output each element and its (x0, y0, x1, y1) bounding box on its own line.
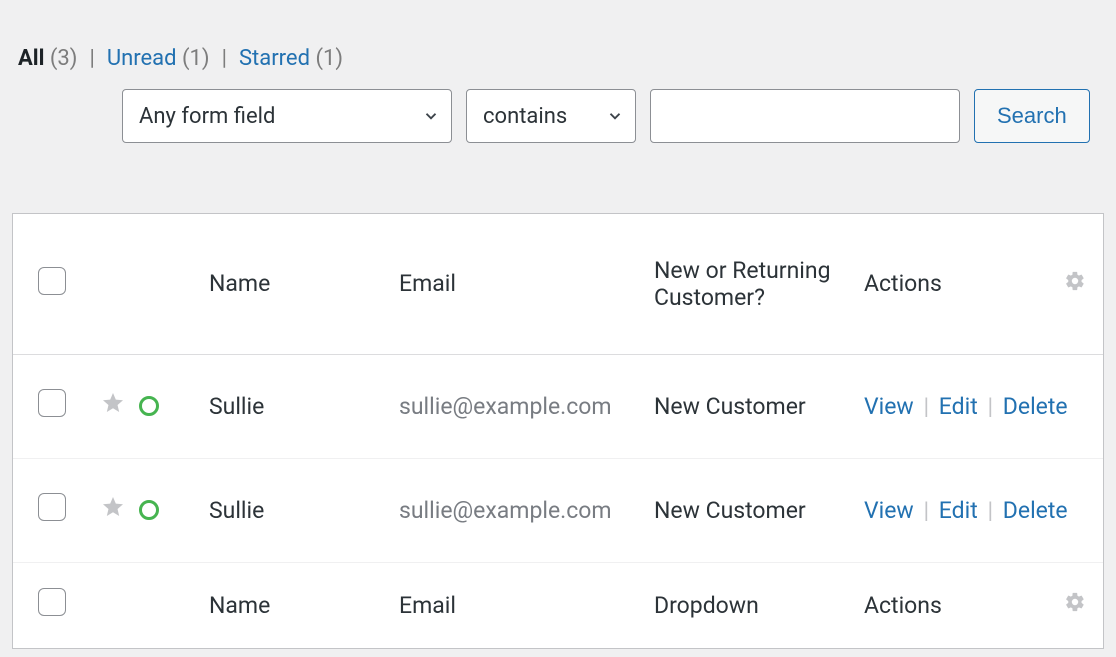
header-email[interactable]: Email (389, 214, 644, 354)
row-checkbox[interactable] (38, 389, 66, 417)
select-all-checkbox-footer[interactable] (38, 588, 66, 616)
cell-email: sullie@example.com (389, 458, 644, 562)
search-button[interactable]: Search (974, 89, 1090, 143)
gear-icon[interactable] (1064, 271, 1086, 298)
filter-all-count: (3) (50, 46, 78, 71)
chevron-down-icon (421, 106, 441, 126)
search-operator-select[interactable]: contains (466, 89, 636, 143)
view-link[interactable]: View (864, 497, 914, 524)
filter-unread[interactable]: Unread (1) (107, 46, 210, 71)
header-customer[interactable]: New or Returning Customer? (644, 214, 854, 354)
action-separator: | (919, 393, 933, 420)
footer-actions: Actions (854, 562, 1047, 648)
select-all-checkbox[interactable] (38, 267, 66, 295)
filter-all-label: All (18, 46, 44, 71)
cell-customer: New Customer (644, 458, 854, 562)
edit-link[interactable]: Edit (939, 393, 978, 420)
star-icon[interactable] (101, 495, 125, 525)
star-icon[interactable] (101, 391, 125, 421)
footer-name: Name (199, 562, 389, 648)
filter-tabs: All (3) | Unread (1) | Starred (1) (18, 46, 1104, 71)
delete-link[interactable]: Delete (1003, 393, 1068, 420)
header-name[interactable]: Name (199, 214, 389, 354)
cell-email: sullie@example.com (389, 354, 644, 458)
cell-name: Sullie (199, 354, 389, 458)
header-actions: Actions (854, 214, 1047, 354)
footer-email: Email (389, 562, 644, 648)
row-checkbox[interactable] (38, 493, 66, 521)
search-input[interactable] (650, 89, 960, 143)
footer-customer: Dropdown (644, 562, 854, 648)
table-row: Sullie sullie@example.com New Customer V… (13, 354, 1103, 458)
action-separator: | (919, 497, 933, 524)
read-status-icon[interactable] (139, 396, 159, 416)
table-header-row: Name Email New or Returning Customer? Ac… (13, 214, 1103, 354)
cell-customer: New Customer (644, 354, 854, 458)
table-row: Sullie sullie@example.com New Customer V… (13, 458, 1103, 562)
filter-starred-label: Starred (239, 46, 310, 71)
filter-unread-count: (1) (182, 46, 210, 71)
delete-link[interactable]: Delete (1003, 497, 1068, 524)
search-field-select[interactable]: Any form field (122, 89, 452, 143)
filter-all[interactable]: All (3) (18, 46, 77, 71)
cell-name: Sullie (199, 458, 389, 562)
view-link[interactable]: View (864, 393, 914, 420)
search-operator-value: contains (483, 104, 567, 129)
table-footer-row: Name Email Dropdown Actions (13, 562, 1103, 648)
search-bar: Any form field contains Search (122, 89, 1104, 143)
read-status-icon[interactable] (139, 500, 159, 520)
filter-starred[interactable]: Starred (1) (239, 46, 343, 71)
pipe-separator: | (218, 46, 231, 71)
filter-unread-label: Unread (107, 46, 177, 71)
search-field-value: Any form field (139, 104, 275, 129)
chevron-down-icon (605, 106, 625, 126)
pipe-separator: | (85, 46, 98, 71)
filter-starred-count: (1) (315, 46, 343, 71)
edit-link[interactable]: Edit (939, 497, 978, 524)
action-separator: | (983, 497, 997, 524)
entries-table: Name Email New or Returning Customer? Ac… (12, 213, 1104, 649)
action-separator: | (983, 393, 997, 420)
gear-icon[interactable] (1064, 592, 1086, 619)
